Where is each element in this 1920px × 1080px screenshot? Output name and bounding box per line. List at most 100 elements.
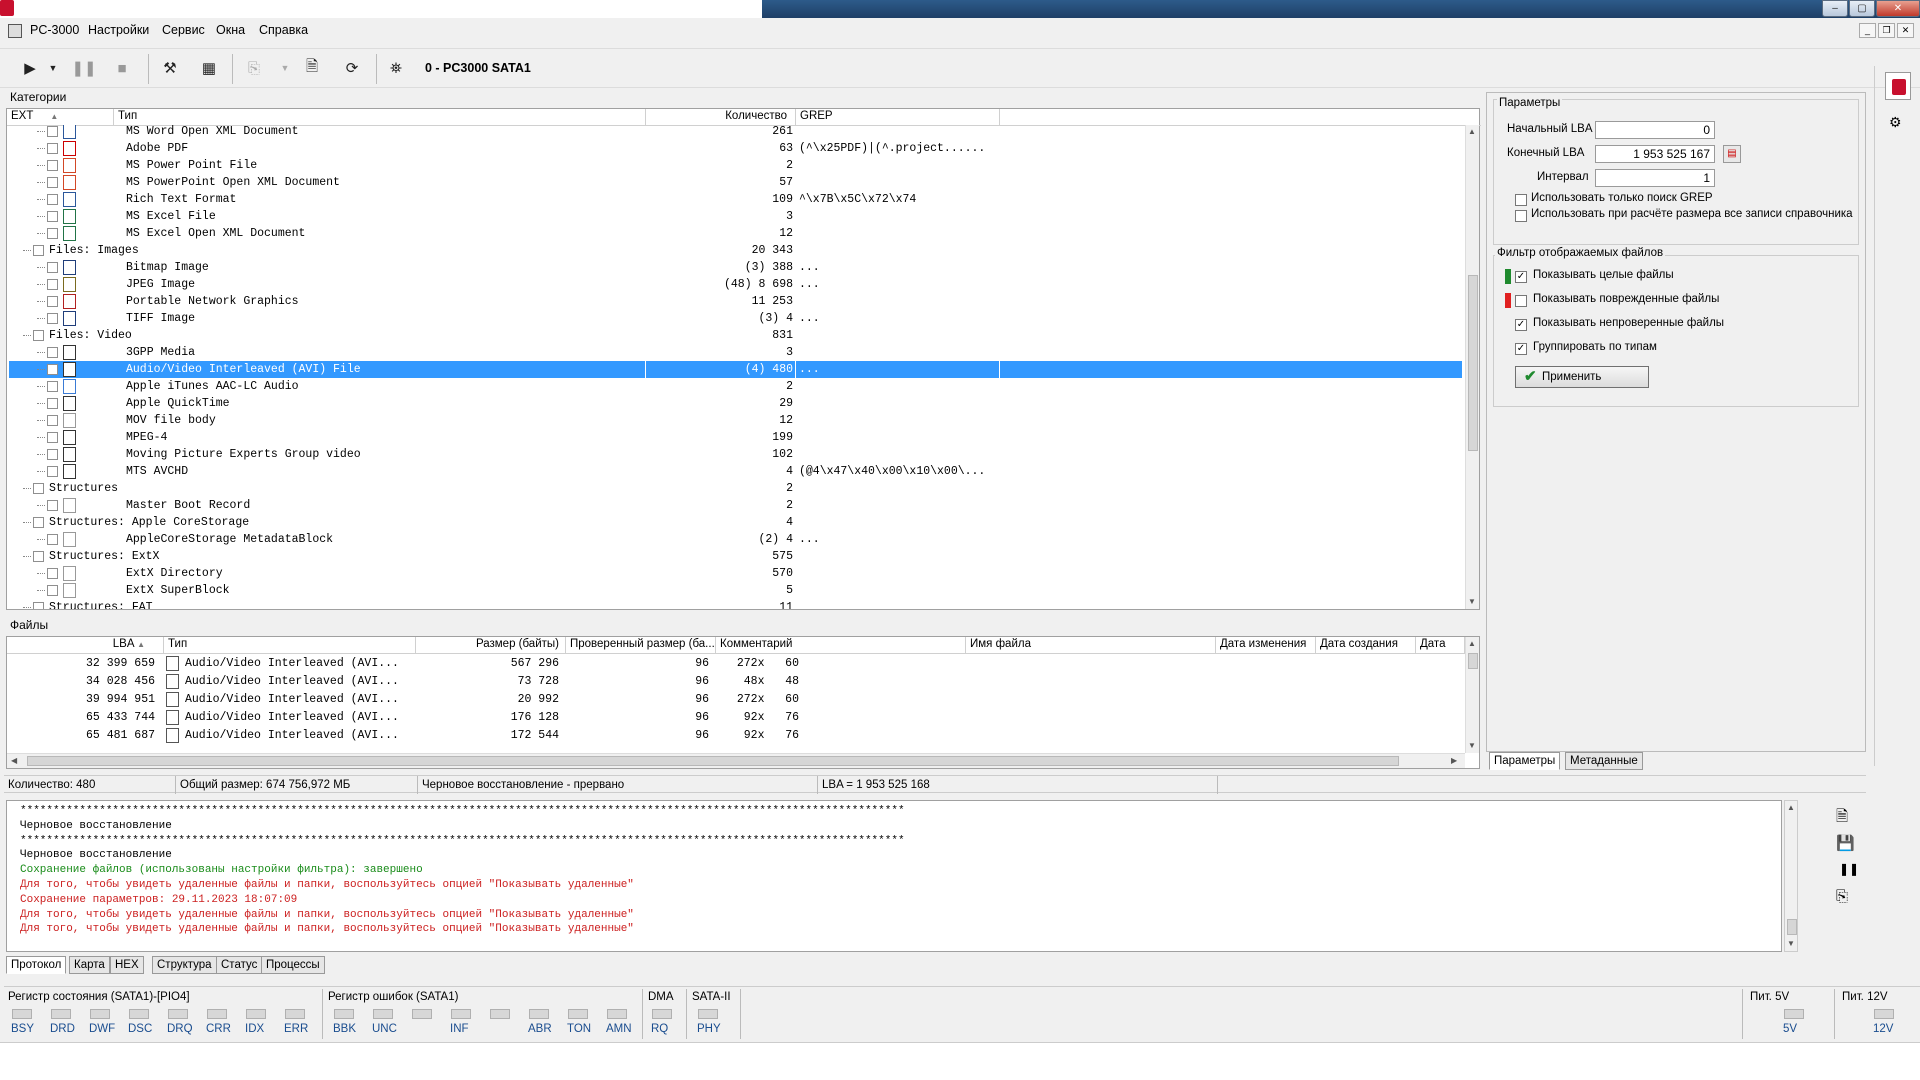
tree-row[interactable]: Moving Picture Experts Group video 102 (9, 446, 1462, 463)
save-list-button[interactable]: 🗎 (300, 57, 324, 79)
menu-service[interactable]: Сервис (162, 23, 205, 37)
tree-row-checkbox[interactable] (47, 279, 58, 290)
tree-row[interactable]: AppleCoreStorage MetadataBlock (2) 4... (9, 531, 1462, 548)
scroll-down-icon[interactable]: ▼ (1468, 741, 1476, 750)
tree-row-checkbox[interactable] (33, 517, 44, 528)
tree-row-checkbox[interactable] (47, 296, 58, 307)
tree-row-checkbox[interactable] (33, 602, 44, 609)
tools-button[interactable]: ⚒ (158, 57, 182, 79)
tree-row-checkbox[interactable] (47, 534, 58, 545)
column-lba[interactable]: LBA ▲ (7, 637, 164, 653)
tree-row[interactable]: ExtX SuperBlock 5 (9, 582, 1462, 599)
tree-row-checkbox[interactable] (47, 347, 58, 358)
tab-protocol[interactable]: Протокол (6, 956, 67, 974)
scroll-up-icon[interactable]: ▲ (1468, 639, 1476, 648)
tree-row[interactable]: 3GPP Media 3 (9, 344, 1462, 361)
device-button[interactable]: ⛯ (384, 57, 408, 79)
tab-structure[interactable]: Структура (152, 956, 217, 974)
tree-row[interactable]: MS Excel Open XML Document 12 (9, 225, 1462, 242)
use-all-records-checkbox[interactable] (1515, 210, 1527, 222)
side-panel-button[interactable] (1885, 72, 1911, 100)
scroll-right-icon[interactable]: ▶ (1451, 756, 1457, 765)
table-row[interactable]: 34 028 456 Audio/Video Interleaved (AVI..… (9, 673, 1461, 691)
tree-row[interactable]: MS Excel File 3 (9, 208, 1462, 225)
group-by-type-checkbox[interactable]: ✓ (1515, 343, 1527, 355)
tab-parameters[interactable]: Параметры (1489, 752, 1561, 770)
tree-row-checkbox[interactable] (47, 381, 58, 392)
tree-row[interactable]: Files: Images 20 343 (9, 242, 1462, 259)
stop-button[interactable]: ■ (110, 57, 134, 79)
tree-row-checkbox[interactable] (47, 313, 58, 324)
tree-row[interactable]: MPEG-4 199 (9, 429, 1462, 446)
tree-row[interactable]: Structures: ExtX 575 (9, 548, 1462, 565)
tree-row-checkbox[interactable] (47, 228, 58, 239)
tree-row[interactable]: Bitmap Image (3) 388... (9, 259, 1462, 276)
column-filename[interactable]: Имя файла (966, 637, 1216, 653)
tree-row-checkbox[interactable] (47, 126, 58, 137)
tree-row[interactable]: ExtX Directory 570 (9, 565, 1462, 582)
tab-map[interactable]: Карта (69, 956, 110, 974)
maximize-button[interactable]: ▢ (1849, 0, 1875, 17)
tree-row-checkbox[interactable] (47, 432, 58, 443)
tree-row[interactable]: JPEG Image (48) 8 698... (9, 276, 1462, 293)
column-type[interactable]: Тип (114, 109, 646, 125)
menu-settings[interactable]: Настройки (88, 23, 149, 37)
tree-row[interactable]: Files: Video 831 (9, 327, 1462, 344)
column-created[interactable]: Дата создания (1316, 637, 1416, 653)
log-export-button[interactable]: 🗎 (1836, 806, 1848, 831)
table-row[interactable]: 39 994 951 Audio/Video Interleaved (AVI..… (9, 691, 1461, 709)
tree-row[interactable]: MOV file body 12 (9, 412, 1462, 429)
close-button[interactable]: ✕ (1876, 0, 1920, 17)
table-row[interactable]: 65 481 687 Audio/Video Interleaved (AVI..… (9, 727, 1461, 745)
tree-row[interactable]: MS Power Point File 2 (9, 157, 1462, 174)
column-count[interactable]: Количество (646, 109, 796, 125)
tree-row-checkbox[interactable] (33, 245, 44, 256)
export-button[interactable]: ⎘ (242, 57, 266, 79)
files-hscrollbar[interactable]: ◀ ▶ (7, 753, 1465, 768)
show-unchecked-checkbox[interactable]: ✓ (1515, 319, 1527, 331)
tree-row[interactable]: Apple iTunes AAC-LC Audio 2 (9, 378, 1462, 395)
tree-row[interactable]: MS Word Open XML Document 261 (9, 125, 1462, 140)
tree-row-checkbox[interactable] (47, 500, 58, 511)
menu-pc3000[interactable]: PC-3000 (30, 23, 79, 37)
tab-hex[interactable]: HEX (110, 956, 144, 974)
column-comment[interactable]: Комментарий (716, 637, 966, 653)
scroll-down-icon[interactable]: ▼ (1787, 939, 1795, 948)
mdi-restore-button[interactable]: ❐ (1878, 23, 1895, 38)
column-file-type[interactable]: Тип (164, 637, 416, 653)
tree-row-checkbox[interactable] (47, 449, 58, 460)
tree-row-checkbox[interactable] (33, 551, 44, 562)
grid-button[interactable]: ▦ (197, 57, 221, 79)
files-vscrollbar[interactable]: ▲ ▼ (1465, 637, 1479, 753)
column-accessed[interactable]: Дата дос (1416, 637, 1465, 653)
column-ext[interactable]: EXT ▲ (7, 109, 114, 125)
tree-row-checkbox[interactable] (47, 211, 58, 222)
pause-button[interactable]: ❚❚ (71, 57, 96, 79)
tree-row-checkbox[interactable] (47, 160, 58, 171)
tab-metadata[interactable]: Метаданные (1565, 752, 1643, 770)
minimize-button[interactable]: – (1822, 0, 1848, 17)
tree-row-checkbox[interactable] (47, 466, 58, 477)
tree-row[interactable]: MS PowerPoint Open XML Document 57 (9, 174, 1462, 191)
tree-row-checkbox[interactable] (47, 398, 58, 409)
menu-windows[interactable]: Окна (216, 23, 245, 37)
tree-row-selected[interactable]: Audio/Video Interleaved (AVI) File (4) 48… (9, 361, 1462, 378)
table-row[interactable]: 65 433 744 Audio/Video Interleaved (AVI..… (9, 709, 1461, 727)
tree-row-checkbox[interactable] (33, 483, 44, 494)
tree-row[interactable]: Structures: FAT 11 (9, 599, 1462, 609)
table-row[interactable]: 32 399 659 Audio/Video Interleaved (AVI..… (9, 655, 1461, 673)
tree-row-checkbox[interactable] (47, 568, 58, 579)
tree-row[interactable]: Structures 2 (9, 480, 1462, 497)
scrollbar-thumb[interactable] (1468, 275, 1478, 451)
tree-row[interactable]: Structures: Apple CoreStorage 4 (9, 514, 1462, 531)
show-whole-checkbox[interactable]: ✓ (1515, 271, 1527, 283)
play-dropdown-button[interactable]: ▼ (46, 57, 60, 79)
column-checked-size[interactable]: Проверенный размер (ба... (566, 637, 716, 653)
scrollbar-thumb[interactable] (1787, 919, 1797, 935)
tree-row-checkbox[interactable] (47, 177, 58, 188)
refresh-button[interactable]: ⟳ (340, 57, 364, 79)
tree-row[interactable]: Portable Network Graphics 11 253 (9, 293, 1462, 310)
log-scrollbar[interactable]: ▲ ▼ (1784, 800, 1798, 952)
tree-row[interactable]: Adobe PDF 63 (^\x25PDF)|(^.project...... (9, 140, 1462, 157)
tab-status[interactable]: Статус (216, 956, 263, 974)
